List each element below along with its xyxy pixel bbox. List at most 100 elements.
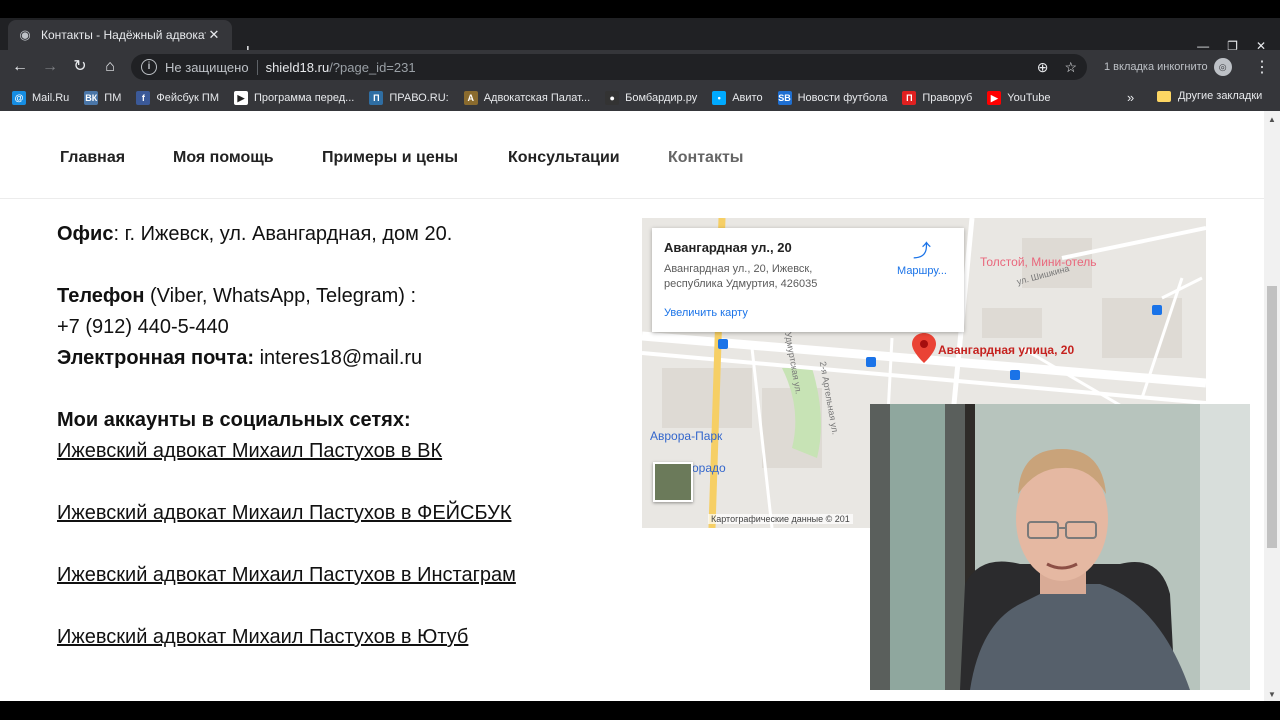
bookmark-item[interactable]: SB Новости футбола — [777, 90, 888, 105]
presenter-video — [870, 404, 1250, 690]
social-link-instagram[interactable]: Ижевский адвокат Михаил Пастухов в Инста… — [57, 560, 637, 591]
bookmark-favicon-icon: f — [136, 90, 151, 105]
bookmark-item[interactable]: ● Бомбардир.ру — [605, 90, 698, 105]
url-path: /?page_id=231 — [329, 59, 416, 75]
incognito-label: 1 вкладка инкогнито — [1104, 61, 1208, 73]
map-pin-icon[interactable] — [912, 333, 936, 363]
enlarge-map-link[interactable]: Увеличить карту — [664, 307, 748, 319]
other-bookmarks-label: Другие закладки — [1178, 90, 1263, 102]
bookmark-favicon-icon: П — [902, 90, 917, 105]
bookmark-favicon-icon: SB — [777, 90, 792, 105]
nav-contacts[interactable]: Контакты — [668, 149, 743, 167]
bookmark-item[interactable]: ▶ YouTube — [987, 90, 1051, 105]
bookmark-label: Бомбардир.ру — [625, 91, 698, 104]
social-link-youtube[interactable]: Ижевский адвокат Михаил Пастухов в Ютуб — [57, 622, 637, 653]
office-address: : г. Ижевск, ул. Авангардная, дом 20. — [113, 223, 453, 245]
home-icon[interactable]: ⌂ — [99, 56, 121, 78]
bookmark-label: Программа перед... — [254, 91, 355, 104]
tram-stop-icon — [866, 357, 876, 367]
scroll-down-icon[interactable]: ▼ — [1268, 690, 1276, 699]
tram-stop-icon — [1152, 305, 1162, 315]
bookmark-favicon-icon: П — [369, 90, 384, 105]
bookmark-item[interactable]: • Авито — [712, 90, 763, 105]
browser-window: ◉ Контакты - Надёжный адвокат ✕ + — ❐ ✕ … — [0, 0, 1280, 720]
tab-title: Контакты - Надёжный адвокат — [41, 28, 206, 42]
bookmark-favicon-icon: • — [712, 90, 727, 105]
bookmark-favicon-icon: ВК — [84, 90, 99, 105]
bookmark-item[interactable]: @ Mail.Ru — [12, 90, 69, 105]
bookmarks-bar: @ Mail.Ru ВК ПМ f Фейсбук ПМ ▶ Программа перед.… — [0, 84, 1280, 111]
social-link-vk[interactable]: Ижевский адвокат Михаил Пастухов в ВК — [57, 436, 637, 467]
bookmark-favicon-icon: А — [463, 90, 478, 105]
bookmark-item[interactable]: А Адвокатская Палат... — [463, 90, 591, 105]
nav-examples-prices[interactable]: Примеры и цены — [322, 149, 458, 167]
phone-apps: (Viber, WhatsApp, Telegram) : — [144, 285, 417, 307]
map-copyright: Картографические данные © 201 — [708, 514, 853, 524]
marker-label: Авангардная улица, 20 — [938, 343, 1075, 357]
nav-consultations[interactable]: Консультации — [508, 149, 620, 167]
nav-home[interactable]: Главная — [60, 149, 125, 167]
bookmark-item[interactable]: f Фейсбук ПМ — [136, 90, 219, 105]
incognito-indicator[interactable]: 1 вкладка инкогнито ◎ — [1104, 58, 1232, 76]
office-line: Офис: г. Ижевск, ул. Авангардная, дом 20… — [57, 219, 637, 250]
phone-label: Телефон — [57, 285, 145, 307]
satellite-toggle[interactable] — [653, 462, 693, 502]
poi-hotel[interactable]: Толстой, Мини-отель — [980, 255, 1097, 269]
contact-info: Офис: г. Ижевск, ул. Авангардная, дом 20… — [57, 219, 637, 653]
site-nav: Главная Моя помощь Примеры и цены Консул… — [0, 111, 1264, 199]
address-bar[interactable]: i Не защищено shield18.ru /?page_id=231 … — [131, 54, 1087, 80]
bookmarks-overflow-icon[interactable]: » — [1127, 90, 1134, 105]
bookmark-label: Авито — [732, 91, 763, 104]
phone-number: +7 (912) 440-5-440 — [57, 316, 229, 338]
directions-icon: ⤴ — [913, 241, 931, 261]
bookmark-item[interactable]: ВК ПМ — [84, 90, 122, 105]
bookmark-label: Фейсбук ПМ — [156, 91, 219, 104]
map-info-card: Авангардная ул., 20 Авангардная ул., 20,… — [652, 228, 964, 332]
security-label[interactable]: Не защищено — [165, 59, 258, 75]
screen-bottom-border — [0, 701, 1280, 720]
webcam-overlay — [870, 404, 1250, 690]
forward-arrow-icon[interactable]: → — [39, 56, 61, 78]
email-label: Электронная почта: — [57, 347, 255, 369]
poi-dorado[interactable]: орадо — [692, 461, 726, 475]
email-value: interes18@mail.ru — [254, 347, 423, 369]
close-tab-icon[interactable]: ✕ — [206, 27, 222, 43]
bookmark-item[interactable]: П Праворуб — [902, 90, 972, 105]
bookmark-label: YouTube — [1007, 91, 1051, 104]
directions-button[interactable]: ⤴ Маршру... — [887, 240, 957, 277]
poi-aurora-park[interactable]: Аврора-Парк — [650, 429, 722, 443]
globe-icon: ◉ — [19, 27, 31, 42]
other-bookmarks[interactable]: Другие закладки — [1157, 90, 1262, 102]
browser-toolbar: ← → ↻ ⌂ i Не защищено shield18.ru /?page… — [0, 50, 1280, 84]
folder-icon — [1157, 90, 1171, 102]
info-icon[interactable]: i — [141, 59, 157, 75]
page-scrollbar[interactable]: ▲ ▼ — [1264, 111, 1280, 701]
social-link-facebook[interactable]: Ижевский адвокат Михаил Пастухов в ФЕЙСБ… — [57, 498, 637, 529]
office-label: Офис — [57, 223, 114, 245]
card-address: Авангардная ул., 20, Ижевск, республика … — [664, 263, 818, 290]
bookmark-label: ПРАВО.RU: — [389, 91, 449, 104]
scrollbar-thumb[interactable] — [1267, 286, 1277, 548]
scroll-up-icon[interactable]: ▲ — [1268, 115, 1276, 124]
nav-my-help[interactable]: Моя помощь — [173, 149, 274, 167]
bookmark-label: ПМ — [104, 91, 122, 104]
bookmark-item[interactable]: ▶ Программа перед... — [234, 90, 355, 105]
screen-top-border — [0, 0, 1280, 18]
bookmark-label: Адвокатская Палат... — [483, 91, 591, 104]
tab-contacts[interactable]: ◉ Контакты - Надёжный адвокат ✕ — [8, 20, 232, 50]
back-arrow-icon[interactable]: ← — [9, 56, 31, 78]
social-heading: Мои аккаунты в социальных сетях: — [57, 409, 411, 431]
bookmark-star-icon[interactable]: ☆ — [1064, 59, 1077, 76]
bookmark-label: Новости футбола — [797, 91, 888, 104]
tram-stop-icon — [718, 339, 728, 349]
menu-icon[interactable]: ⋮ — [1254, 57, 1270, 77]
incognito-icon: ◎ — [1213, 58, 1232, 76]
bookmark-favicon-icon: ▶ — [234, 90, 248, 105]
phone-line: Телефон (Viber, WhatsApp, Telegram) : — [57, 281, 637, 312]
bookmark-item[interactable]: П ПРАВО.RU: — [369, 90, 449, 105]
zoom-icon[interactable]: ⊕ — [1037, 59, 1049, 76]
email-line: Электронная почта: interes18@mail.ru — [57, 343, 637, 374]
reload-icon[interactable]: ↻ — [69, 56, 91, 78]
directions-label: Маршру... — [897, 265, 947, 277]
bookmark-favicon-icon: @ — [12, 90, 26, 105]
